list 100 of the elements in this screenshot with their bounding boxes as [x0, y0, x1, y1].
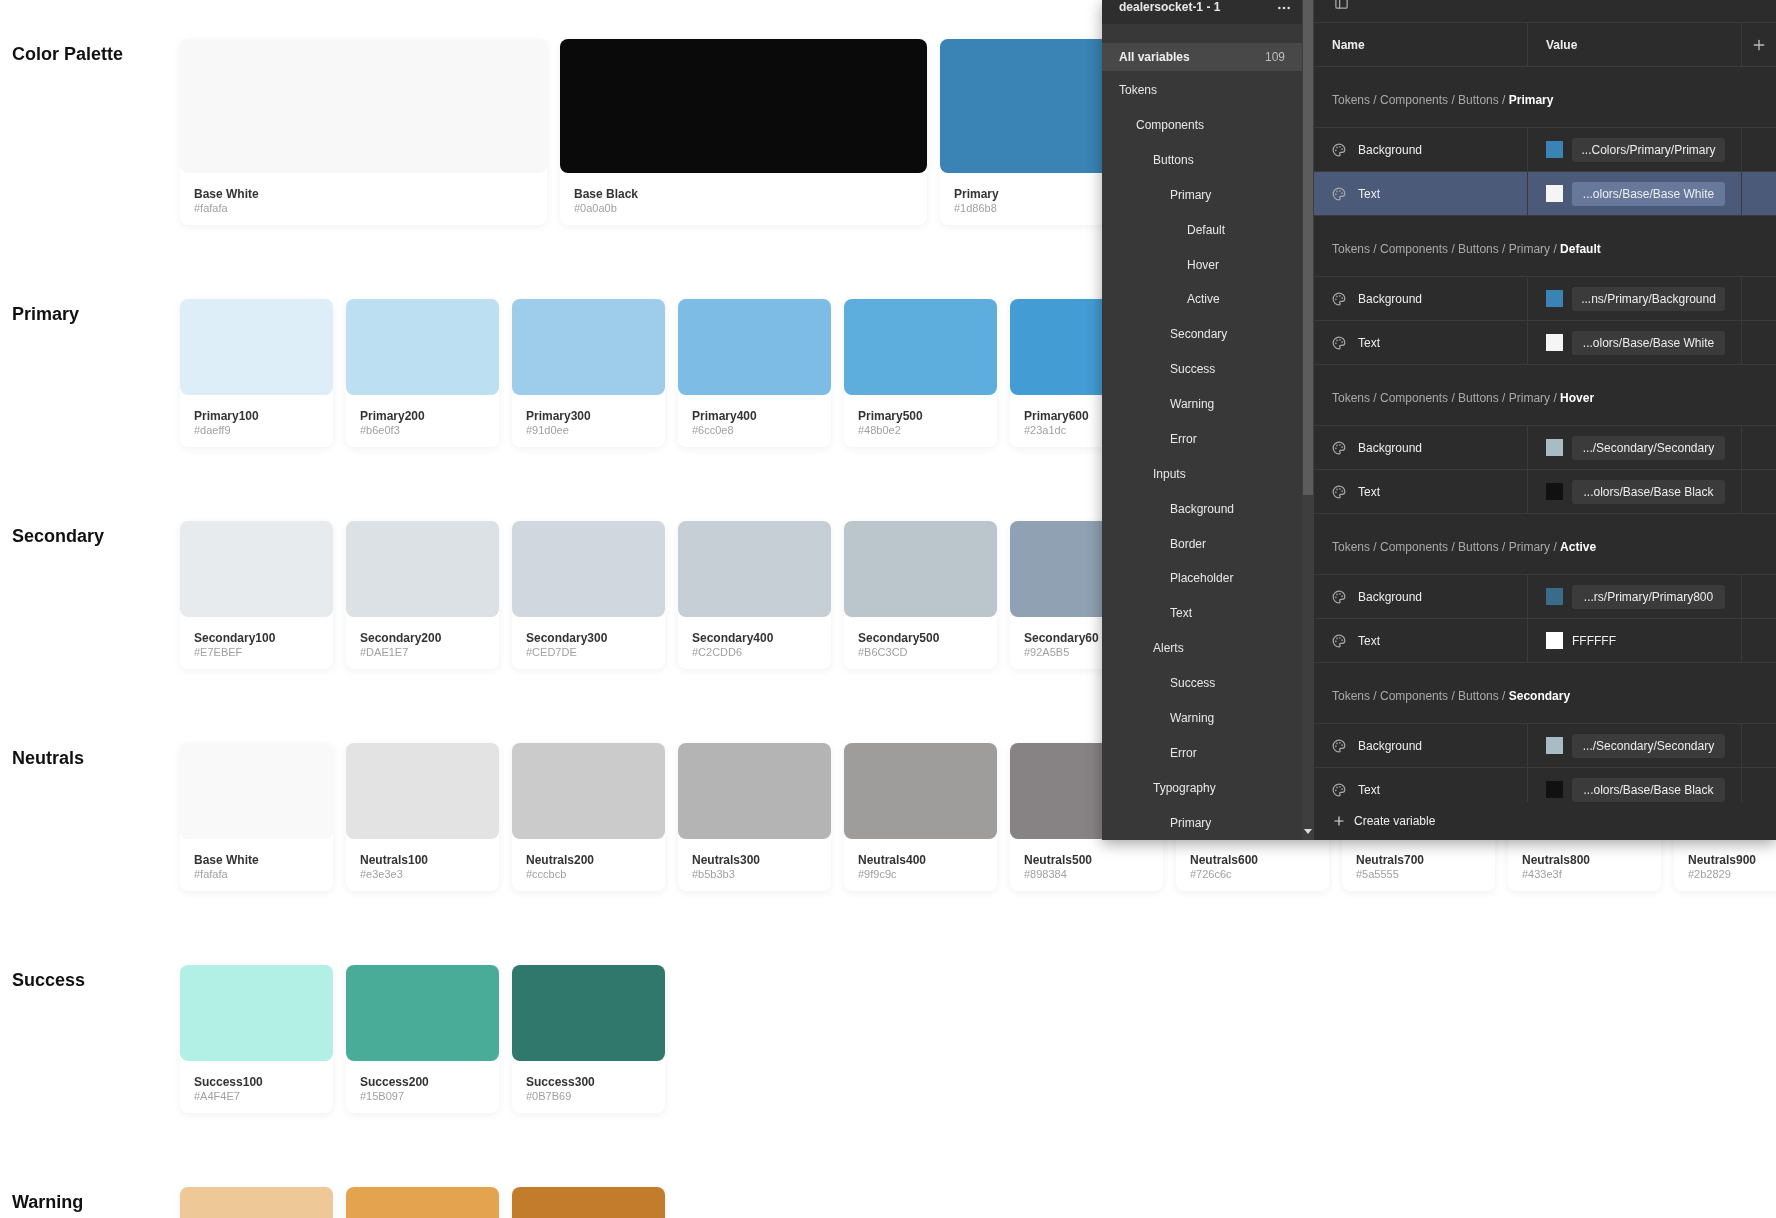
color-hex: #0B7B69	[526, 1089, 572, 1103]
variable-name: Text	[1358, 334, 1380, 352]
tree-item[interactable]: Background	[1102, 491, 1302, 527]
color-hex: #CED7DE	[526, 645, 577, 659]
color-name: Primary600	[1024, 409, 1089, 423]
color-name: Secondary300	[526, 631, 608, 645]
tree-item[interactable]: Alerts	[1102, 630, 1302, 666]
alias-chip[interactable]: ...Colors/Primary/Primary	[1572, 137, 1725, 162]
variable-row[interactable]: Text ...olors/Base/Base White	[1314, 172, 1776, 216]
color-hex: #23a1dc	[1024, 423, 1067, 437]
tree-item[interactable]: Error	[1102, 735, 1302, 771]
tree-item[interactable]: Placeholder	[1102, 561, 1302, 596]
tree-item[interactable]: Components	[1102, 107, 1302, 143]
group-path: Tokens / Components / Buttons / Primary / Default	[1332, 241, 1601, 258]
variable-count: 109	[1264, 48, 1285, 66]
color-hex: #fafafa	[194, 201, 228, 215]
color-name: Neutrals100	[360, 853, 429, 867]
variable-name: Background	[1358, 439, 1423, 457]
color-name: Neutrals700	[1356, 853, 1425, 867]
color-name: Neutrals500	[1024, 853, 1093, 867]
tree-item[interactable]: Text	[1102, 595, 1302, 631]
tree-item[interactable]: Hover	[1102, 247, 1302, 282]
alias-chip[interactable]: ...olors/Base/Base White	[1572, 181, 1725, 206]
color-hex: #daeff9	[194, 423, 231, 437]
color-hex: #898384	[1024, 867, 1067, 881]
color-name: Secondary200	[360, 631, 442, 645]
color-hex: #92A5B5	[1024, 645, 1070, 659]
tree-item[interactable]: Error	[1102, 421, 1302, 457]
variable-row[interactable]: Text ...olors/Base/Base White	[1314, 321, 1776, 365]
color-hex: #A4F4E7	[194, 1089, 240, 1103]
alias-chip[interactable]: .../Secondary/Secondary	[1572, 733, 1725, 758]
variable-value: FFFFFF	[1572, 632, 1616, 650]
alias-chip[interactable]: ...olors/Base/Base White	[1572, 330, 1725, 355]
tree-item[interactable]: Success	[1102, 665, 1302, 701]
column-header: Name	[1314, 23, 1528, 66]
color-hex: #15B097	[360, 1089, 405, 1103]
group-path: Tokens / Components / Buttons / Primary	[1332, 92, 1554, 109]
tree-item[interactable]: Primary	[1102, 177, 1302, 213]
tree-item[interactable]: Inputs	[1102, 456, 1302, 492]
variable-row[interactable]: Background ...rs/Primary/Primary800	[1314, 575, 1776, 619]
tree-item[interactable]: Typography	[1102, 770, 1302, 806]
tree-item[interactable]: Buttons	[1102, 142, 1302, 178]
color-hex: #b6e0f3	[360, 423, 400, 437]
group-path: Tokens / Components / Buttons / Primary / Hover	[1332, 390, 1595, 407]
section-title: Neutrals	[12, 748, 85, 768]
scrollbar-thumb[interactable]	[1303, 0, 1313, 495]
palette-icon	[1332, 142, 1346, 157]
tree-item[interactable]: Primary	[1102, 805, 1302, 840]
alias-chip[interactable]: .../Secondary/Secondary	[1572, 435, 1725, 460]
variable-row[interactable]: Background ...ns/Primary/Background	[1314, 277, 1776, 321]
variable-row[interactable]: Text ...olors/Base/Base Black	[1314, 470, 1776, 514]
section-title: Warning	[12, 1192, 84, 1212]
color-name: Success100	[194, 1075, 263, 1089]
color-name: Primary400	[692, 409, 757, 423]
color-name: Primary500	[858, 409, 923, 423]
tree-item[interactable]: Tokens	[1102, 72, 1302, 108]
color-name: Primary300	[526, 409, 591, 423]
tree-item[interactable]: Warning	[1102, 386, 1302, 422]
tree-item[interactable]: Active	[1102, 282, 1302, 317]
tree-item[interactable]: Default	[1102, 212, 1302, 248]
palette-icon	[1332, 186, 1346, 201]
color-name: Neutrals400	[858, 853, 927, 867]
scroll-down-icon[interactable]	[1302, 826, 1314, 836]
palette-icon	[1332, 738, 1346, 753]
all-variables-label: All variables	[1119, 48, 1190, 66]
alias-chip[interactable]: ...rs/Primary/Primary800	[1572, 584, 1725, 609]
tree-item[interactable]: Success	[1102, 351, 1302, 387]
section-title: Secondary	[12, 526, 105, 546]
color-name: Success200	[360, 1075, 429, 1089]
color-hex: #E7EBEF	[194, 645, 243, 659]
color-name: Neutrals800	[1522, 853, 1591, 867]
palette-icon	[1332, 291, 1346, 306]
group-path: Tokens / Components / Buttons / Secondary	[1332, 688, 1571, 705]
group-path: Tokens / Components / Buttons / Primary / Active	[1332, 539, 1597, 556]
tree-item[interactable]: Warning	[1102, 700, 1302, 736]
palette-icon	[1332, 782, 1346, 797]
color-hex: #48b0e2	[858, 423, 901, 437]
color-hex: #cccbcb	[526, 867, 567, 881]
tree-item[interactable]: Secondary	[1102, 316, 1302, 352]
palette-icon	[1332, 335, 1346, 350]
variable-name: Text	[1358, 483, 1380, 501]
palette-icon	[1332, 589, 1346, 604]
palette-icon	[1332, 633, 1346, 648]
color-hex: #91d0ee	[526, 423, 569, 437]
alias-chip[interactable]: ...ns/Primary/Background	[1572, 286, 1725, 311]
alias-chip[interactable]: ...olors/Base/Base Black	[1572, 479, 1725, 504]
tree-item[interactable]: Border	[1102, 526, 1302, 561]
variable-row[interactable]: Text FFFFFF	[1314, 619, 1776, 663]
color-name: Neutrals300	[692, 853, 761, 867]
variable-row[interactable]: Background .../Secondary/Secondary	[1314, 724, 1776, 768]
color-name: Base White	[194, 853, 259, 867]
all-variables-item[interactable]: All variables 109	[1102, 42, 1302, 71]
section-title: Success	[12, 970, 86, 990]
color-hex: #fafafa	[194, 867, 228, 881]
alias-chip[interactable]: ...olors/Base/Base Black	[1572, 777, 1725, 802]
color-hex: #9f9c9c	[858, 867, 897, 881]
color-name: Primary	[954, 187, 999, 201]
variable-row[interactable]: Background .../Secondary/Secondary	[1314, 426, 1776, 470]
section-title: Color Palette	[12, 44, 124, 64]
color-hex: #DAE1E7	[360, 645, 409, 659]
